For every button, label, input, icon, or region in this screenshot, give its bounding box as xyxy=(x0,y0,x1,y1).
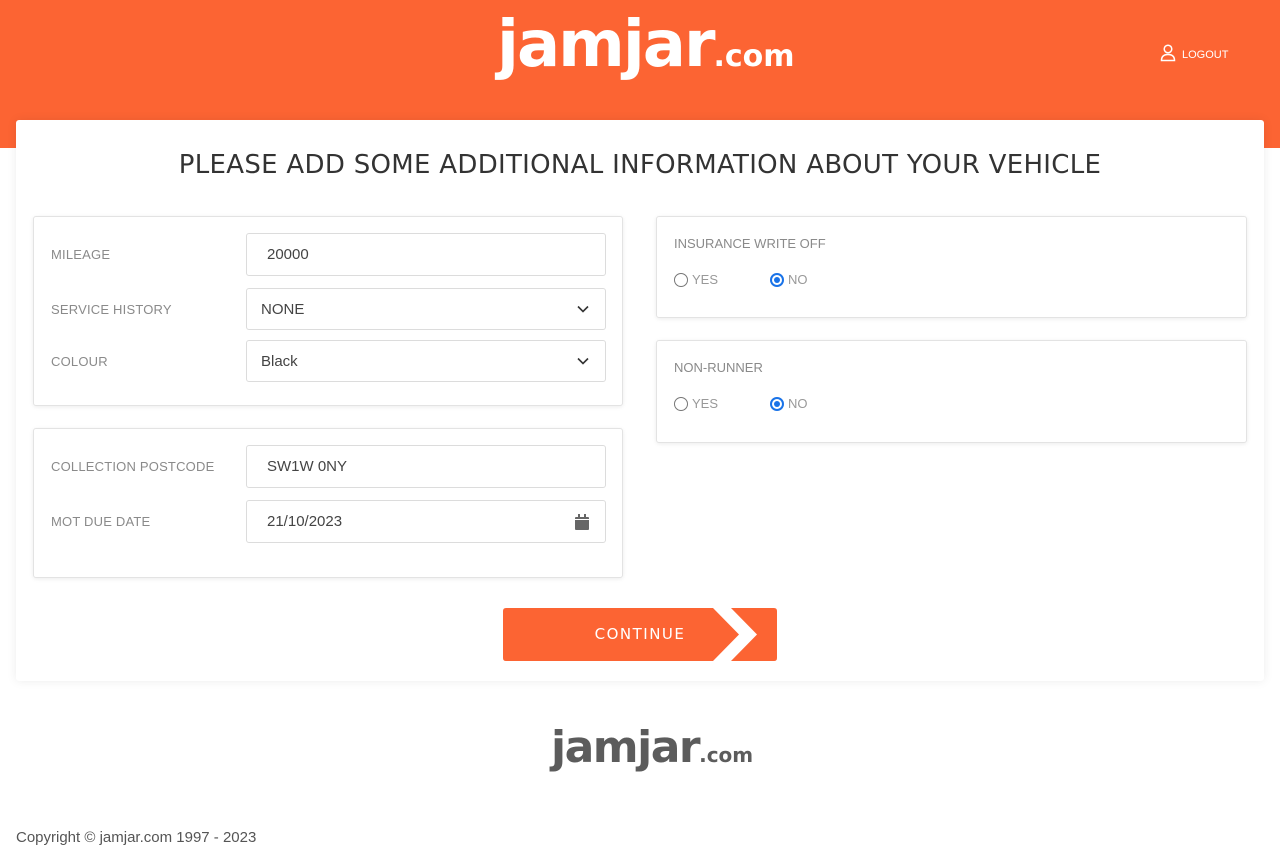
logo-main: jamjar xyxy=(497,8,715,82)
vehicle-info-card: PLEASE ADD SOME ADDITIONAL INFORMATION A… xyxy=(16,120,1264,681)
insurance-write-off-radio-group: YES NO xyxy=(674,272,866,287)
non-runner-no-radio[interactable]: NO xyxy=(770,396,866,411)
mileage-value: 20000 xyxy=(267,246,309,263)
radio-label: NO xyxy=(788,272,808,287)
mot-due-date-value: 21/10/2023 xyxy=(267,513,343,530)
radio-label: YES xyxy=(692,272,719,287)
collection-postcode-label: COLLECTION POSTCODE xyxy=(51,459,215,474)
calendar-icon[interactable] xyxy=(575,513,589,530)
continue-button[interactable]: CONTINUE xyxy=(503,608,777,661)
continue-label: CONTINUE xyxy=(594,625,686,643)
logout-button[interactable]: LOGOUT xyxy=(1160,44,1228,65)
logout-label: LOGOUT xyxy=(1182,48,1229,61)
radio-label: YES xyxy=(692,396,719,411)
radio-circle-selected xyxy=(770,272,784,287)
page-title: PLEASE ADD SOME ADDITIONAL INFORMATION A… xyxy=(178,150,1102,180)
collection-panel: COLLECTION POSTCODE SW1W 0NY MOT DUE DAT… xyxy=(33,428,623,578)
insurance-write-off-panel: INSURANCE WRITE OFF YES NO xyxy=(656,216,1247,318)
footer-logo-main: jamjar xyxy=(551,722,701,773)
mileage-input[interactable]: 20000 xyxy=(246,233,606,276)
radio-circle xyxy=(674,396,688,411)
mileage-label: MILEAGE xyxy=(51,247,111,262)
footer-logo-suffix: .com xyxy=(699,743,754,767)
service-history-value: NONE xyxy=(261,300,305,318)
user-icon xyxy=(1160,44,1176,65)
vehicle-details-panel: MILEAGE 20000 SERVICE HISTORY NONE COLOU… xyxy=(33,216,623,406)
non-runner-panel: NON-RUNNER YES NO xyxy=(656,340,1247,443)
colour-label: COLOUR xyxy=(51,354,108,369)
collection-postcode-value: SW1W 0NY xyxy=(267,458,348,475)
non-runner-radio-group: YES NO xyxy=(674,396,866,411)
non-runner-label: NON-RUNNER xyxy=(674,360,763,375)
insurance-write-off-yes-radio[interactable]: YES xyxy=(674,272,770,287)
radio-circle-selected xyxy=(770,396,784,411)
insurance-write-off-label: INSURANCE WRITE OFF xyxy=(674,236,826,251)
radio-label: NO xyxy=(788,396,808,411)
service-history-select[interactable]: NONE xyxy=(246,288,606,330)
logo-suffix: .com xyxy=(713,39,795,74)
colour-select[interactable]: Black xyxy=(246,340,606,382)
copyright-text: Copyright © jamjar.com 1997 - 2023 xyxy=(16,829,257,846)
non-runner-yes-radio[interactable]: YES xyxy=(674,396,770,411)
service-history-label: SERVICE HISTORY xyxy=(51,302,172,317)
chevron-down-icon xyxy=(577,357,589,365)
colour-value: Black xyxy=(261,352,298,370)
insurance-write-off-no-radio[interactable]: NO xyxy=(770,272,866,287)
collection-postcode-input[interactable]: SW1W 0NY xyxy=(246,445,606,488)
footer-logo: jamjar.com xyxy=(551,722,753,773)
mot-due-date-input[interactable]: 21/10/2023 xyxy=(246,500,606,543)
chevron-down-icon xyxy=(577,305,589,313)
radio-circle xyxy=(674,272,688,287)
mot-due-date-label: MOT DUE DATE xyxy=(51,514,151,529)
jamjar-logo[interactable]: jamjar.com xyxy=(497,8,795,82)
